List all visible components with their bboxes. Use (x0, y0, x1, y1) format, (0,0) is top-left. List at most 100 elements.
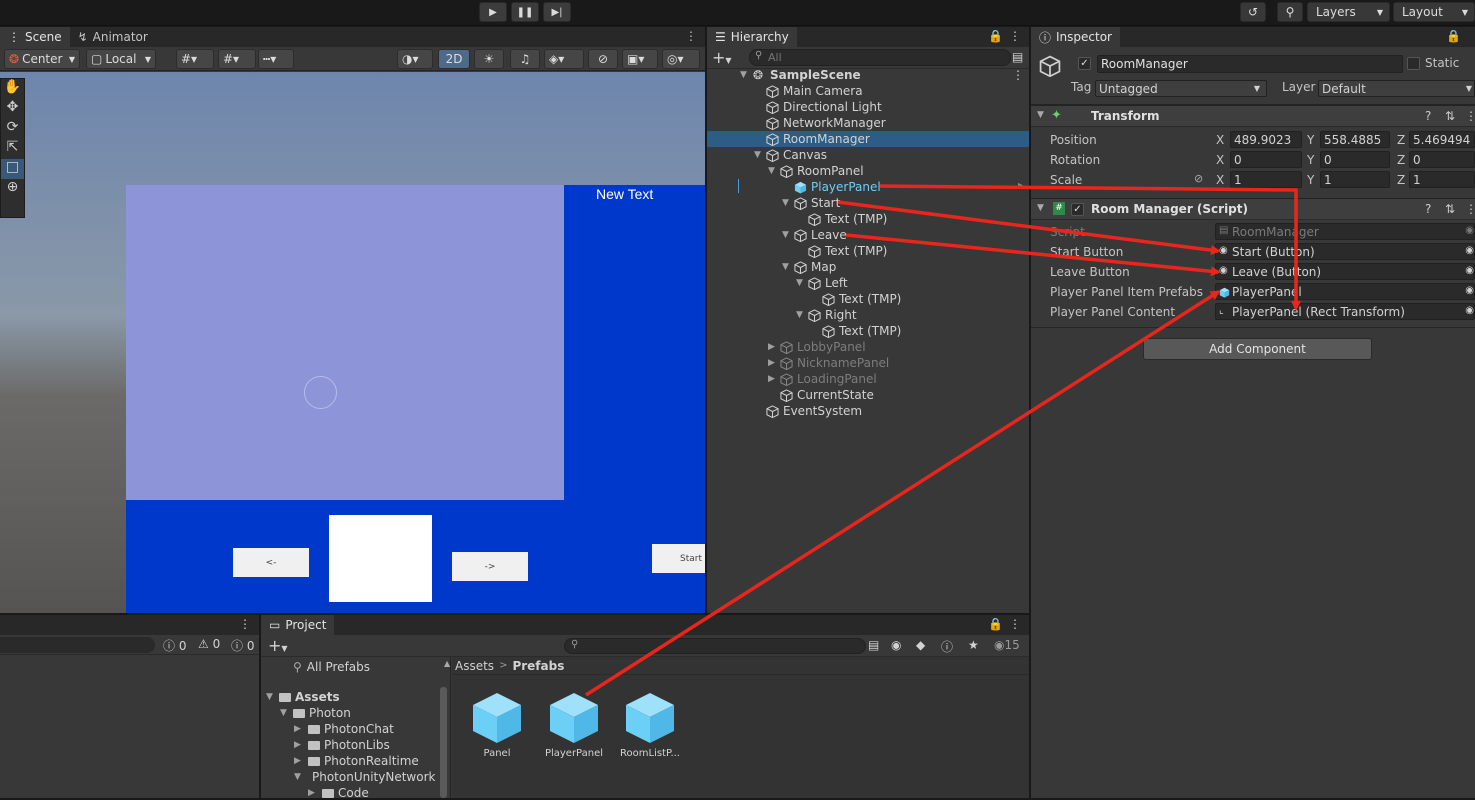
hierarchy-item-loadingpanel[interactable]: LoadingPanel (780, 371, 877, 387)
scale-tool-icon[interactable]: ⇱ (1, 139, 24, 159)
step-button[interactable]: ▶| (543, 2, 571, 22)
space-dropdown[interactable]: ▢ Local ▼ (86, 49, 156, 69)
lock-icon[interactable]: 🔒 (988, 29, 1003, 43)
ruler-button[interactable]: ┅▾ (258, 49, 294, 69)
hierarchy-item-directional-light[interactable]: Directional Light (766, 99, 882, 115)
target-icon[interactable]: ◉ (1465, 285, 1474, 296)
fold-arrow-icon[interactable]: ▶ (768, 358, 775, 368)
hidden-packages-button[interactable]: ◉15 (994, 638, 1020, 652)
more-menu-icon[interactable]: ⋮ (1465, 109, 1475, 123)
script-component-header[interactable]: ▼ # ✓ Room Manager (Script) ? ⇅ ⋮ (1031, 198, 1475, 220)
tree-item-photon[interactable]: Photon (293, 706, 351, 720)
play-button[interactable]: ▶ (479, 2, 507, 22)
effects-dropdown[interactable]: ◈▾ (544, 49, 584, 69)
tab-hierarchy[interactable]: ☰ Hierarchy (707, 27, 797, 47)
hierarchy-item-text-tmp[interactable]: Text (TMP) (822, 323, 901, 339)
add-icon[interactable]: +▼ (712, 48, 732, 67)
star-icon[interactable]: ★ (968, 638, 979, 652)
left-button[interactable]: <- (233, 548, 309, 577)
audio-toggle[interactable]: ♫ (510, 49, 540, 69)
asset-roomlistpanel[interactable]: RoomListP... (618, 689, 682, 759)
fold-arrow-icon[interactable]: ▼ (796, 278, 803, 288)
tree-item-photonchat[interactable]: PhotonChat (308, 722, 394, 736)
console-search-input[interactable] (0, 637, 155, 653)
player-panel-area[interactable] (126, 185, 564, 500)
chevron-right-icon[interactable]: ▸ (1018, 180, 1023, 191)
hand-tool-icon[interactable]: ✋ (1, 79, 24, 99)
add-component-button[interactable]: Add Component (1143, 338, 1372, 360)
tree-item-photonlibs[interactable]: PhotonLibs (308, 738, 390, 752)
filter-type-icon[interactable]: ◉ (891, 638, 901, 652)
hierarchy-item-lobbypanel[interactable]: LobbyPanel (780, 339, 866, 355)
hierarchy-item-right[interactable]: Right (808, 307, 857, 323)
fold-arrow-icon[interactable]: ▼ (1037, 203, 1044, 213)
fold-arrow-icon[interactable]: ▼ (266, 692, 273, 702)
enabled-checkbox[interactable]: ✓ (1071, 203, 1084, 216)
layer-dropdown[interactable]: Default ▼ (1318, 80, 1475, 97)
error-count-button[interactable]: ⓘ 0 (231, 637, 254, 654)
fold-arrow-icon[interactable]: ▶ (308, 788, 315, 798)
pivot-handle-icon[interactable] (304, 376, 337, 409)
transform-header[interactable]: ▼ ✦ Transform ? ⇅ ⋮ (1031, 105, 1475, 127)
hierarchy-item-text-tmp[interactable]: Text (TMP) (808, 243, 887, 259)
hierarchy-item-roommanager[interactable]: RoomManager (766, 131, 870, 147)
hierarchy-item-left[interactable]: Left (808, 275, 848, 291)
hierarchy-item-canvas[interactable]: Canvas (766, 147, 827, 163)
position-y-field[interactable]: 558.4885 (1320, 131, 1390, 148)
grid-snap-button[interactable]: #▾ (176, 49, 214, 69)
rotate-tool-icon[interactable]: ⟳ (1, 119, 24, 139)
lock-icon[interactable]: 🔒 (988, 617, 1003, 631)
tag-dropdown[interactable]: Untagged ▼ (1095, 80, 1267, 97)
fold-arrow-icon[interactable]: ▼ (796, 310, 803, 320)
fold-arrow-icon[interactable]: ▶ (294, 756, 301, 766)
search-button[interactable]: ⚲ (1277, 2, 1303, 22)
fold-arrow-icon[interactable]: ▶ (294, 740, 301, 750)
breadcrumb-root[interactable]: Assets (455, 659, 494, 673)
hierarchy-item-leave[interactable]: Leave (794, 227, 847, 243)
more-menu-icon[interactable]: ⋮ (1009, 617, 1021, 631)
hierarchy-item-eventsystem[interactable]: EventSystem (766, 403, 862, 419)
position-z-field[interactable]: 5.469494 (1409, 131, 1475, 148)
start-button-field[interactable]: ◉ Start (Button) ◉ (1215, 243, 1475, 260)
increment-snap-button[interactable]: #▾ (218, 49, 256, 69)
project-search-input[interactable]: ⚲ (564, 638, 866, 654)
hierarchy-item-currentstate[interactable]: CurrentState (780, 387, 874, 403)
object-name-field[interactable] (1097, 55, 1403, 73)
tree-item-photonunitynetworking[interactable]: PhotonUnityNetworking (308, 770, 436, 784)
hierarchy-item-roompanel[interactable]: RoomPanel (780, 163, 864, 179)
leave-button-field[interactable]: ◉ Leave (Button) ◉ (1215, 263, 1475, 280)
help-icon[interactable]: ? (1425, 202, 1431, 216)
hierarchy-item-nicknamepanel[interactable]: NicknamePanel (780, 355, 889, 371)
tree-scrollbar[interactable] (440, 687, 447, 798)
fold-arrow-icon[interactable]: ▼ (782, 262, 789, 272)
active-checkbox[interactable]: ✓ (1078, 57, 1091, 70)
tree-item-photonrealtime[interactable]: PhotonRealtime (308, 754, 419, 768)
layers-dropdown[interactable]: Layers ▼ (1307, 2, 1390, 22)
hierarchy-item-map[interactable]: Map (794, 259, 836, 275)
hierarchy-search-input[interactable] (749, 49, 1011, 66)
pause-button[interactable]: ❚❚ (511, 2, 539, 22)
fold-arrow-icon[interactable]: ▼ (782, 230, 789, 240)
fold-arrow-icon[interactable]: ▼ (1037, 110, 1044, 120)
history-button[interactable]: ↺ (1240, 2, 1266, 22)
search-by-type-icon[interactable]: ▤ (868, 638, 879, 652)
scale-z-field[interactable]: 1 (1409, 171, 1475, 188)
camera-dropdown[interactable]: ▣▾ (622, 49, 658, 69)
fold-arrow-icon[interactable]: ▼ (740, 70, 747, 80)
scale-y-field[interactable]: 1 (1320, 171, 1390, 188)
fold-arrow-icon[interactable]: ▼ (754, 150, 761, 160)
pivot-dropdown[interactable]: ❂ Center ▼ (4, 49, 80, 69)
breadcrumb-current[interactable]: Prefabs (512, 659, 564, 673)
target-icon[interactable]: ◉ (1465, 305, 1474, 316)
settings-icon[interactable]: ⇅ (1445, 202, 1455, 216)
label-icon[interactable]: ◆ (916, 638, 925, 652)
search-options-icon[interactable]: ▤ (1012, 50, 1023, 64)
tree-item-assets[interactable]: Assets (279, 690, 340, 704)
all-prefabs-item[interactable]: ⚲ All Prefabs (293, 660, 370, 674)
warning-count-button[interactable]: ⚠ 0 (198, 637, 220, 651)
visibility-toggle[interactable]: ⊘ (588, 49, 618, 69)
more-menu-icon[interactable]: ⋮ (239, 617, 251, 631)
rect-tool-icon[interactable]: □ (1, 159, 24, 179)
position-x-field[interactable]: 489.9023 (1230, 131, 1302, 148)
link-icon[interactable]: ⊘ (1194, 172, 1203, 185)
